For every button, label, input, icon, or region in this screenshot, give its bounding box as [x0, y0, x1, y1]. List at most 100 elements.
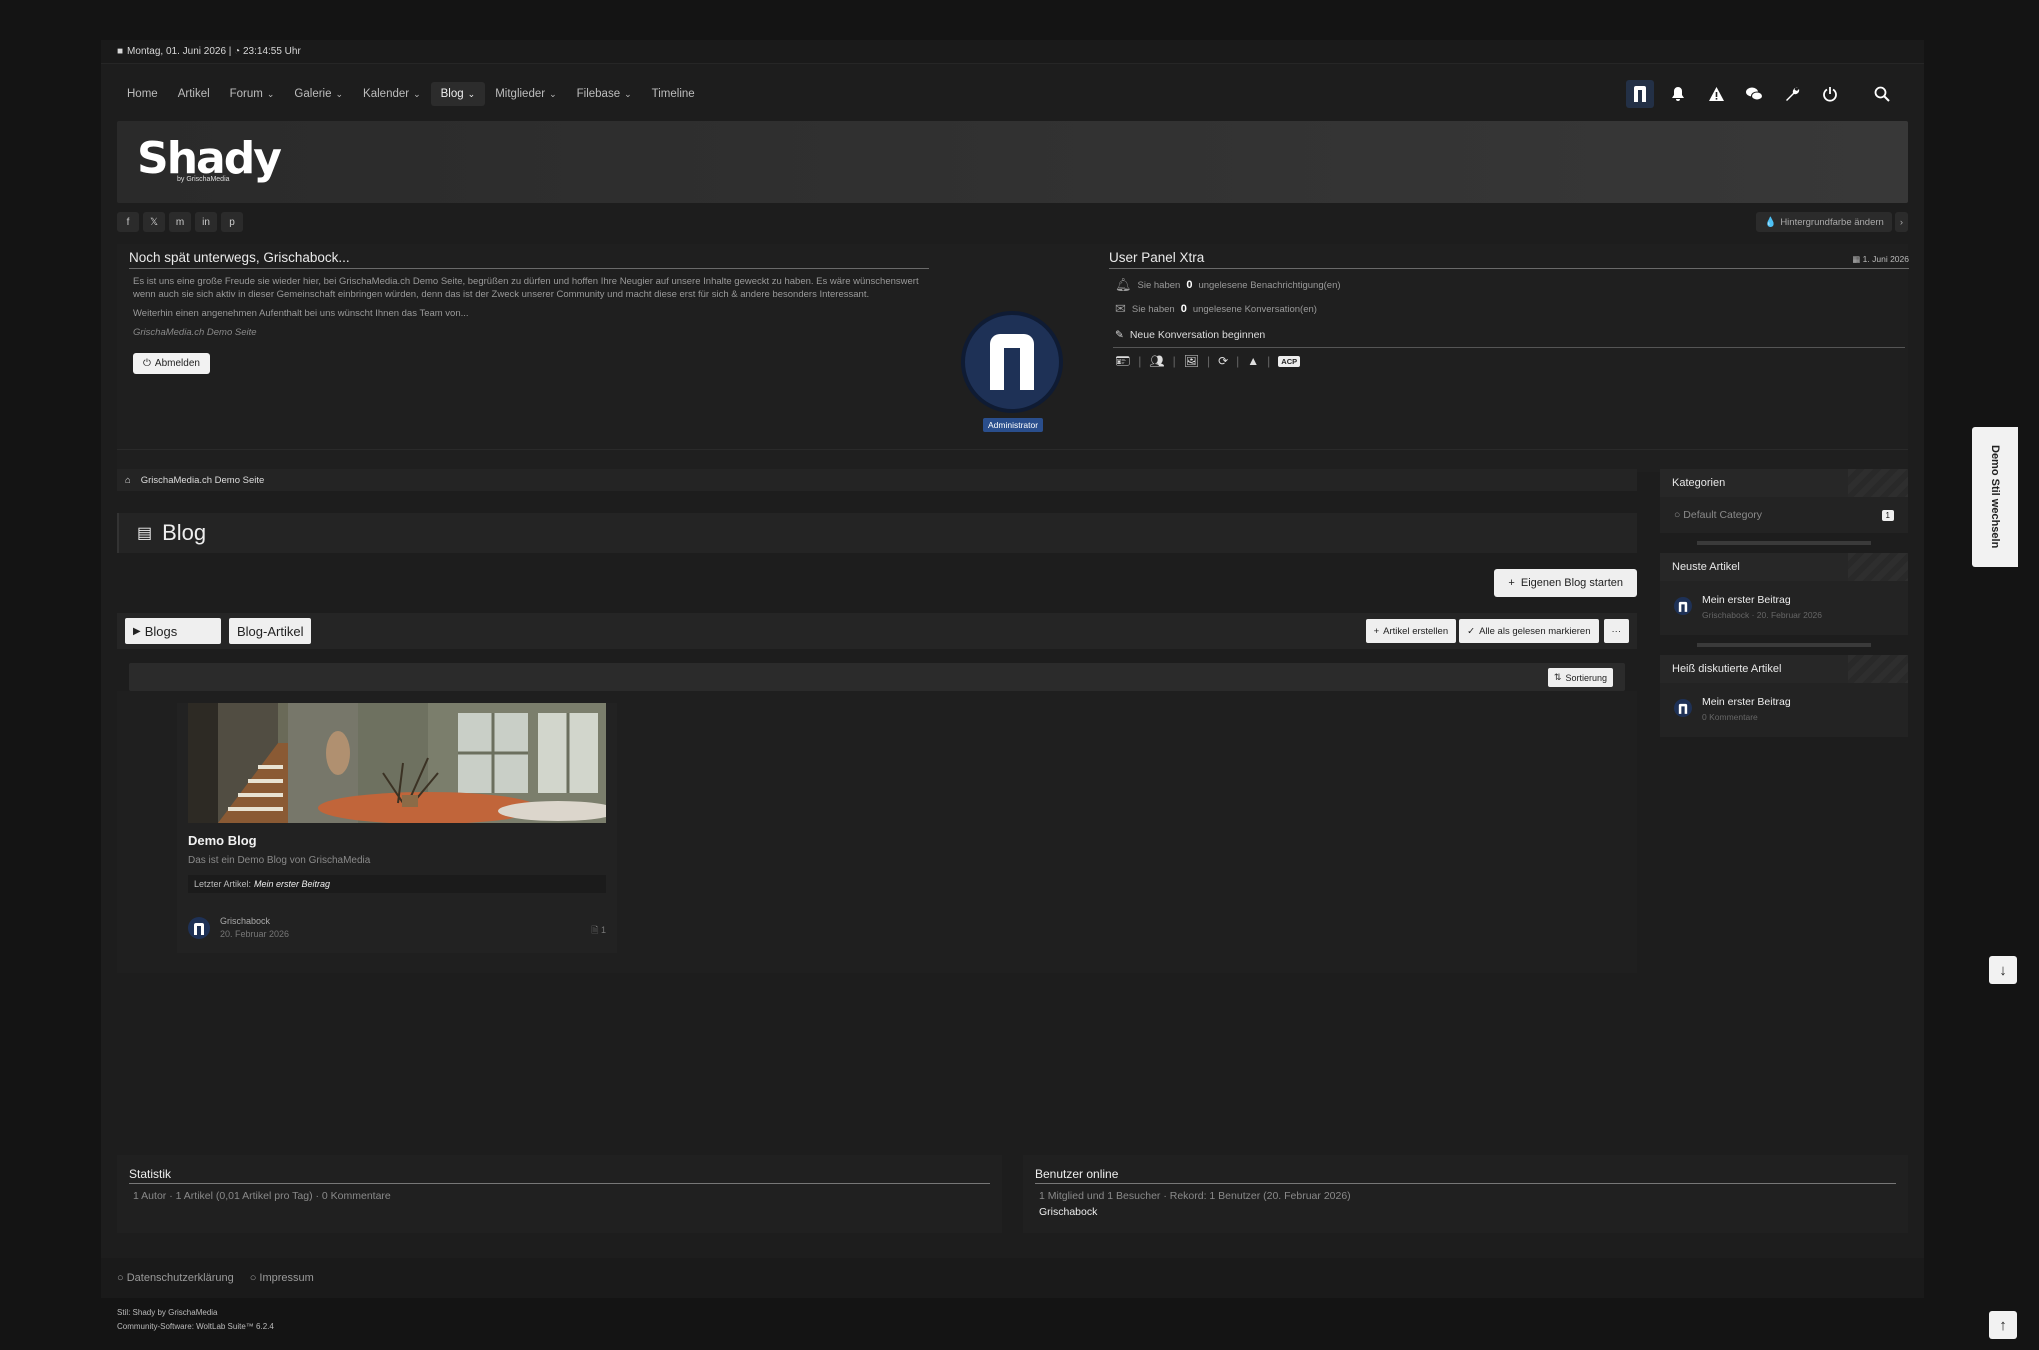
- nav-item-blog[interactable]: Blog ⌄: [430, 82, 486, 106]
- category-item[interactable]: ○ Default Category 1: [1674, 509, 1894, 521]
- nav-item-label: Forum: [229, 88, 263, 100]
- blog-title[interactable]: Demo Blog: [188, 833, 257, 848]
- tab-blogs[interactable]: ▶ Blogs: [125, 618, 221, 644]
- nav-item-label: Timeline: [651, 88, 695, 100]
- caret-right-icon: ▶: [133, 625, 141, 637]
- warning-small-icon[interactable]: ▲: [1247, 354, 1259, 368]
- arrow-up-icon: ↑: [1999, 1316, 2007, 1334]
- home-icon[interactable]: ⌂: [125, 475, 131, 486]
- tab-blog-articles[interactable]: Blog-Artikel: [229, 618, 312, 644]
- nav-item-filebase[interactable]: Filebase ⌄: [567, 82, 642, 106]
- x-twitter-icon[interactable]: 𝕏: [143, 212, 165, 232]
- welcome-signature: GrischaMedia.ch Demo Seite: [133, 327, 257, 338]
- power-icon: ⏻: [143, 358, 151, 369]
- nav-item-home[interactable]: Home: [117, 82, 168, 106]
- user-panel: User Panel Xtra ▦ 1. Juni 2026 🔔︎ Sie ha…: [1109, 250, 1909, 368]
- change-background-button[interactable]: 💧 Hintergrundfarbe ändern: [1756, 212, 1892, 232]
- role-badge: Administrator: [983, 418, 1044, 432]
- pinterest-icon[interactable]: p: [221, 212, 243, 232]
- mastodon-icon[interactable]: m: [169, 212, 191, 232]
- nav-item-kalender[interactable]: Kalender ⌄: [353, 82, 431, 106]
- software-credit[interactable]: Community-Software: WoltLab Suite™ 6.2.4: [117, 1320, 274, 1334]
- category-label: ○ Default Category: [1674, 509, 1763, 521]
- blog-card[interactable]: Demo Blog Das ist ein Demo Blog von Gris…: [177, 703, 617, 953]
- facebook-icon[interactable]: f: [117, 212, 139, 232]
- breadcrumb-link[interactable]: GrischaMedia.ch Demo Seite: [141, 475, 265, 486]
- hot-article-title[interactable]: Mein erster Beitrag: [1702, 695, 1791, 710]
- scroll-top-button[interactable]: ↑: [1989, 1311, 2017, 1339]
- chevron-right-icon[interactable]: ›: [1894, 212, 1908, 232]
- nav-item-artikel[interactable]: Artikel: [168, 82, 220, 106]
- wrench-icon[interactable]: [1778, 80, 1806, 108]
- new-conversation-link[interactable]: ✎ Neue Konversation beginnen: [1115, 329, 1903, 341]
- blog-cover-image[interactable]: [188, 703, 606, 823]
- sidebar: Kategorien ○ Default Category 1 Neuste A…: [1660, 469, 1908, 745]
- header-decoration: [1848, 655, 1908, 683]
- hot-articles-box: Heiß diskutierte Artikel Mein erster Bei…: [1660, 655, 1908, 737]
- logout-power-icon[interactable]: [1816, 80, 1844, 108]
- acp-button[interactable]: ACP: [1278, 355, 1301, 367]
- tab-bar: ▶ Blogs Blog-Artikel + Artikel erstellen ✓…: [117, 613, 1637, 649]
- create-article-button[interactable]: + Artikel erstellen: [1365, 619, 1457, 643]
- notification-bell-icon[interactable]: [1664, 80, 1692, 108]
- search-icon[interactable]: [1868, 80, 1896, 108]
- refresh-icon[interactable]: ⟳: [1218, 354, 1228, 368]
- separator: |: [1206, 354, 1211, 368]
- chevron-down-icon: ⌄: [335, 88, 344, 99]
- user-settings-icon[interactable]: 👥︎: [1149, 354, 1164, 368]
- conv-prefix: Sie haben: [1131, 303, 1175, 315]
- more-options-button[interactable]: ···: [1603, 619, 1629, 643]
- start-blog-button[interactable]: + Eigenen Blog starten: [1494, 569, 1637, 597]
- newest-article-title[interactable]: Mein erster Beitrag: [1702, 593, 1822, 608]
- nav-item-timeline[interactable]: Timeline: [642, 82, 705, 106]
- newest-article-item[interactable]: Mein erster Beitrag Grischabock · 20. Fe…: [1674, 593, 1894, 623]
- user-avatar[interactable]: [961, 311, 1063, 413]
- categories-body: ○ Default Category 1: [1660, 497, 1908, 533]
- online-user[interactable]: Grischabock: [1039, 1206, 1892, 1218]
- mark-all-read-label: Alle als gelesen markieren: [1479, 625, 1591, 637]
- image-icon[interactable]: 🖼︎: [1184, 354, 1199, 368]
- arrow-down-icon: ↓: [1999, 961, 2007, 979]
- users-online-text: 1 Mitglied und 1 Besucher · Rekord: 1 Be…: [1039, 1190, 1351, 1202]
- author-name[interactable]: Grischabock: [220, 915, 289, 928]
- conv-suffix: ungelesene Konversation(en): [1192, 303, 1317, 315]
- hot-title: Heiß diskutierte Artikel: [1672, 663, 1782, 675]
- user-avatar-icon[interactable]: [1626, 80, 1654, 108]
- notification-row[interactable]: 🔔︎ Sie haben 0 ungelesene Benachrichtigu…: [1115, 277, 1903, 293]
- style-switch-tab[interactable]: Demo Stil wechseln: [1972, 427, 2018, 567]
- linkedin-icon[interactable]: in: [195, 212, 217, 232]
- scroll-down-button[interactable]: ↓: [1989, 956, 2017, 984]
- user-panel-title: User Panel Xtra: [1109, 250, 1205, 265]
- blog-list: Demo Blog Das ist ein Demo Blog von Gris…: [117, 691, 1637, 973]
- hot-header: Heiß diskutierte Artikel: [1660, 655, 1908, 683]
- notif-count: 0: [1186, 279, 1193, 291]
- category-name: Default Category: [1683, 509, 1763, 521]
- notif-prefix: Sie haben: [1137, 279, 1181, 291]
- mark-all-read-button[interactable]: ✓ Alle als gelesen markieren: [1459, 619, 1599, 643]
- welcome-paragraph: Es ist uns eine große Freude sie wieder …: [133, 276, 919, 300]
- separator-bar: [1697, 643, 1871, 647]
- logout-label: Abmelden: [154, 358, 200, 369]
- create-article-label: Artikel erstellen: [1383, 625, 1449, 637]
- style-credit[interactable]: Stil: Shady by GrischaMedia: [117, 1306, 274, 1320]
- nav-item-galerie[interactable]: Galerie ⌄: [284, 82, 353, 106]
- tab-articles-label: Blog-Artikel: [237, 623, 304, 639]
- logout-button[interactable]: ⏻ Abmelden: [133, 353, 210, 374]
- conversation-row[interactable]: ✉ Sie haben 0 ungelesene Konversation(en…: [1115, 301, 1903, 317]
- sort-button[interactable]: ⇅ Sortierung: [1547, 668, 1613, 687]
- privacy-link[interactable]: ○ Datenschutzerklärung: [117, 1272, 234, 1284]
- imprint-link[interactable]: ○ Impressum: [250, 1272, 314, 1284]
- tab-blogs-label: Blogs: [144, 623, 178, 639]
- statistics-text: 1 Autor · 1 Artikel (0,01 Artikel pro Ta…: [133, 1190, 391, 1202]
- nav-item-forum[interactable]: Forum ⌄: [220, 82, 285, 106]
- last-article-link[interactable]: Mein erster Beitrag: [254, 879, 330, 889]
- blog-date: 20. Februar 2026: [220, 929, 290, 939]
- newest-articles-box: Neuste Artikel Mein erster Beitrag Grisc…: [1660, 553, 1908, 635]
- nav-item-label: Artikel: [177, 88, 210, 100]
- hot-article-item[interactable]: Mein erster Beitrag 0 Kommentare: [1674, 695, 1894, 725]
- conversations-icon[interactable]: [1740, 80, 1768, 108]
- profile-card-icon[interactable]: 🪪︎: [1115, 354, 1130, 368]
- author-avatar[interactable]: [188, 917, 210, 939]
- nav-item-mitglieder[interactable]: Mitglieder ⌄: [485, 82, 566, 106]
- warning-icon[interactable]: [1702, 80, 1730, 108]
